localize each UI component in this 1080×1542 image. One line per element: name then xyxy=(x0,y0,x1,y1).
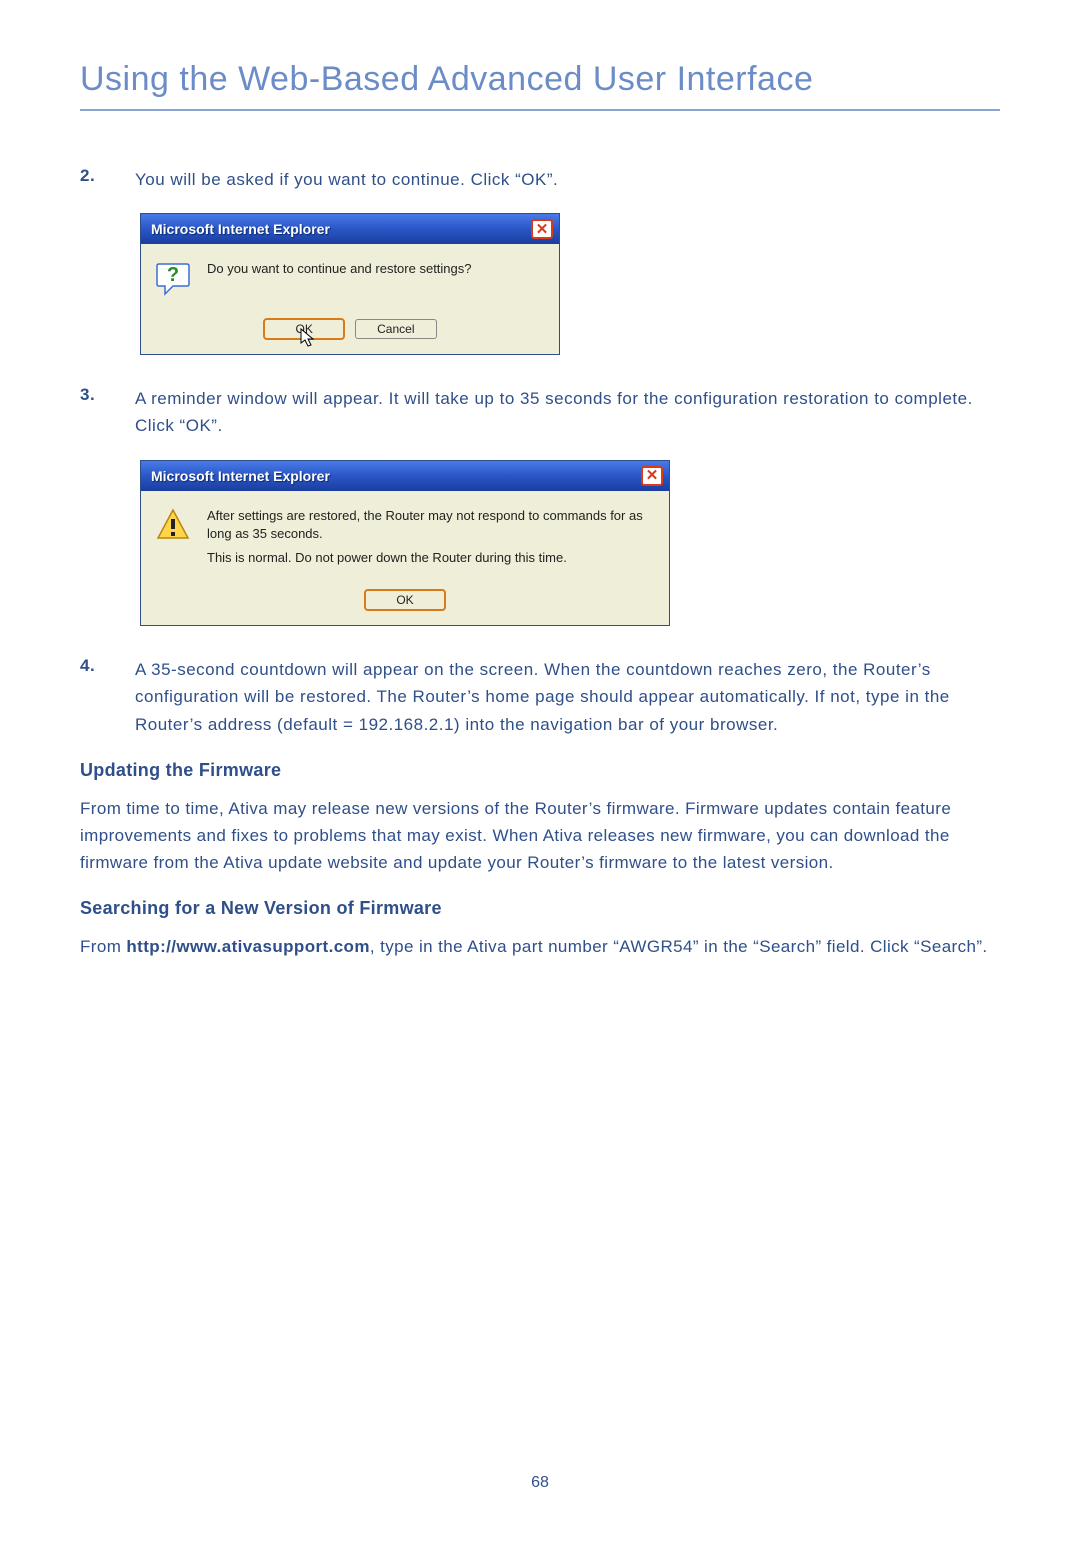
para-searching-firmware: From http://www.ativasupport.com, type i… xyxy=(80,933,1000,960)
step-3: 3. A reminder window will appear. It wil… xyxy=(80,385,1000,439)
step-text: A 35-second countdown will appear on the… xyxy=(135,656,980,738)
dialog-line2: This is normal. Do not power down the Ro… xyxy=(207,549,655,567)
ok-button[interactable]: OK xyxy=(364,589,446,611)
step-number: 4. xyxy=(80,656,135,738)
step-text: A reminder window will appear. It will t… xyxy=(135,385,980,439)
heading-updating-firmware: Updating the Firmware xyxy=(80,760,1000,781)
dialog-titlebar: Microsoft Internet Explorer ✕ xyxy=(141,461,669,491)
dialog-restore-reminder: Microsoft Internet Explorer ✕ After sett… xyxy=(140,460,1000,627)
dialog-restore-confirm: Microsoft Internet Explorer ✕ ? Do you w… xyxy=(140,213,1000,355)
step-4: 4. A 35-second countdown will appear on … xyxy=(80,656,1000,738)
close-icon[interactable]: ✕ xyxy=(641,466,663,486)
searching-url: http://www.ativasupport.com xyxy=(126,937,369,956)
warning-icon xyxy=(155,507,191,543)
dialog-titlebar: Microsoft Internet Explorer ✕ xyxy=(141,214,559,244)
question-icon: ? xyxy=(155,260,191,296)
step-number: 3. xyxy=(80,385,135,439)
dialog-line1: After settings are restored, the Router … xyxy=(207,507,655,543)
dialog-title-text: Microsoft Internet Explorer xyxy=(151,221,330,237)
heading-searching-firmware: Searching for a New Version of Firmware xyxy=(80,898,1000,919)
step-number: 2. xyxy=(80,166,135,193)
svg-text:?: ? xyxy=(167,264,179,286)
para-updating-firmware: From time to time, Ativa may release new… xyxy=(80,795,1000,877)
dialog-message: Do you want to continue and restore sett… xyxy=(207,260,545,278)
step-text: You will be asked if you want to continu… xyxy=(135,166,980,193)
page-title: Using the Web-Based Advanced User Interf… xyxy=(80,60,1000,111)
step-2: 2. You will be asked if you want to cont… xyxy=(80,166,1000,193)
searching-prefix: From xyxy=(80,937,126,956)
dialog-title-text: Microsoft Internet Explorer xyxy=(151,468,330,484)
close-icon[interactable]: ✕ xyxy=(531,219,553,239)
searching-suffix: , type in the Ativa part number “AWGR54”… xyxy=(370,937,988,956)
cancel-button[interactable]: Cancel xyxy=(355,319,437,339)
page-number: 68 xyxy=(0,1474,1080,1492)
ok-button[interactable]: OK xyxy=(263,318,345,340)
